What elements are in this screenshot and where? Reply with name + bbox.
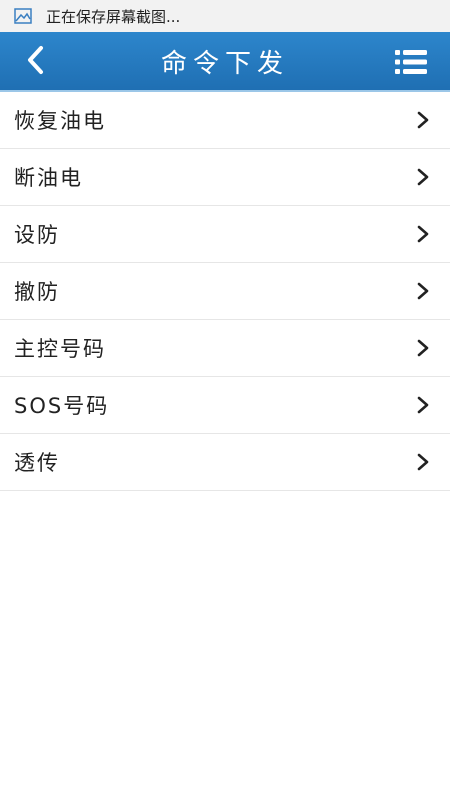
command-item-passthrough[interactable]: 透传 <box>0 434 450 491</box>
command-item-disarm[interactable]: 撤防 <box>0 263 450 320</box>
chevron-right-icon <box>416 339 430 357</box>
command-item-sos-number[interactable]: SOS号码 <box>0 377 450 434</box>
menu-button[interactable] <box>394 48 428 76</box>
chevron-right-icon <box>416 282 430 300</box>
screen: 正在保存屏幕截图... 命令下发 恢复油电 断油电 设防 撤防 主控号码 SOS… <box>0 0 450 800</box>
chevron-right-icon <box>416 453 430 471</box>
command-item-arm[interactable]: 设防 <box>0 206 450 263</box>
chevron-right-icon <box>416 168 430 186</box>
command-label: 主控号码 <box>14 337 106 361</box>
command-list: 恢复油电 断油电 设防 撤防 主控号码 SOS号码 透传 <box>0 92 450 491</box>
list-menu-icon <box>394 50 428 80</box>
command-label: SOS号码 <box>14 394 110 418</box>
command-item-restore-power[interactable]: 恢复油电 <box>0 92 450 149</box>
chevron-right-icon <box>416 396 430 414</box>
command-item-cut-power[interactable]: 断油电 <box>0 149 450 206</box>
status-bar: 正在保存屏幕截图... <box>0 0 450 32</box>
chevron-right-icon <box>416 111 430 129</box>
back-button[interactable] <box>20 44 50 80</box>
chevron-right-icon <box>416 225 430 243</box>
command-item-master-number[interactable]: 主控号码 <box>0 320 450 377</box>
page-title: 命令下发 <box>160 48 289 79</box>
command-label: 透传 <box>14 451 60 475</box>
command-label: 撤防 <box>14 280 60 304</box>
chevron-left-icon <box>26 45 44 79</box>
status-text: 正在保存屏幕截图... <box>46 7 181 26</box>
app-header: 命令下发 <box>0 32 450 92</box>
image-icon <box>14 8 32 24</box>
command-label: 恢复油电 <box>14 109 106 133</box>
command-label: 断油电 <box>14 166 83 190</box>
command-label: 设防 <box>14 223 60 247</box>
